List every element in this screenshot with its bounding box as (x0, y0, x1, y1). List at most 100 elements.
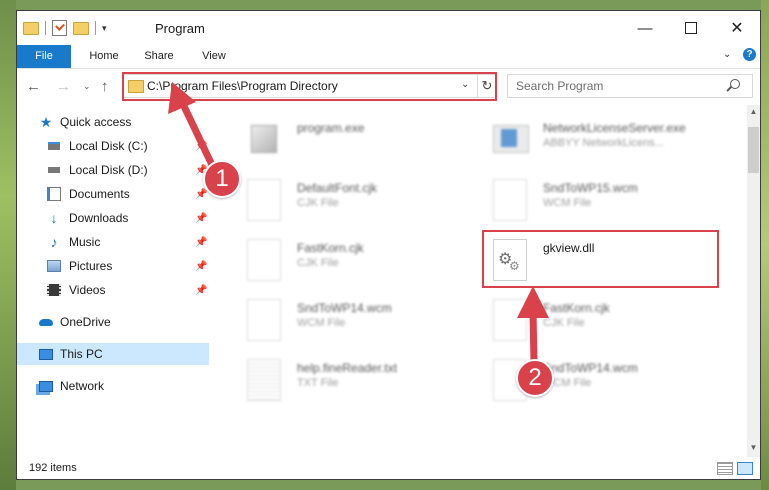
search-input[interactable]: Search Program (507, 74, 753, 98)
sidebar-item-label: Downloads (69, 211, 129, 225)
scroll-down-icon[interactable]: ▼ (747, 443, 760, 452)
window-title: Program (155, 21, 205, 36)
vertical-scrollbar[interactable]: ▲ ▼ (747, 105, 760, 457)
sidebar-item-label: OneDrive (60, 315, 111, 329)
sidebar-item-pictures[interactable]: Pictures 📌 (17, 255, 209, 277)
file-name: DefaultFont.cjk (297, 181, 378, 195)
tab-file[interactable]: File (17, 45, 71, 68)
videos-icon (47, 283, 61, 297)
file-name: FastKorn.cjk (543, 301, 610, 315)
file-type: CJK File (543, 317, 585, 329)
search-icon[interactable] (730, 79, 740, 89)
sidebar-item-local-disk-d[interactable]: Local Disk (D:) 📌 (17, 159, 209, 181)
file-highlight (482, 230, 719, 288)
desktop-background-right (761, 0, 769, 490)
file-name: help.fineReader.txt (297, 361, 398, 375)
file-item[interactable]: program.exe (239, 115, 471, 167)
file-item[interactable]: SndToWP14.wcm WCM File (239, 295, 471, 347)
sidebar-item-label: Local Disk (C:) (69, 139, 148, 153)
quick-access-toolbar: ▾ (23, 19, 107, 37)
file-type: CJK File (297, 197, 339, 209)
scrollbar-thumb[interactable] (748, 127, 759, 173)
file-item[interactable]: help.fineReader.txt TXT File (239, 355, 471, 407)
file-name: SndToWP15.wcm (543, 181, 638, 195)
expand-ribbon-icon[interactable]: ⌄ (723, 49, 731, 60)
title-bar: ▾ Program — ✕ (17, 11, 760, 45)
status-bar: 192 items (17, 457, 760, 479)
toolbar-divider (95, 21, 96, 35)
pin-icon: 📌 (195, 260, 208, 272)
file-name: SndToWP14.wcm (543, 361, 638, 375)
file-type: WCM File (297, 317, 346, 329)
navigation-pane: ★ Quick access Local Disk (C:) 📌 Local D… (17, 105, 217, 457)
text-file-icon (247, 359, 281, 401)
sidebar-item-documents[interactable]: Documents 📌 (17, 183, 209, 205)
sidebar-item-downloads[interactable]: ↓ Downloads 📌 (17, 207, 209, 229)
file-item[interactable]: NetworkLicenseServer.exe ABBYY NetworkLi… (485, 115, 717, 167)
pin-icon: 📌 (195, 236, 208, 248)
sidebar-item-onedrive[interactable]: OneDrive (17, 311, 209, 333)
file-type: CJK File (297, 257, 339, 269)
sidebar-item-music[interactable]: ♪ Music 📌 (17, 231, 209, 253)
sidebar-item-local-disk-c[interactable]: Local Disk (C:) 📌 (17, 135, 209, 157)
sidebar-item-this-pc[interactable]: This PC (17, 343, 209, 365)
back-arrow-icon[interactable]: ← (26, 78, 41, 95)
help-icon[interactable]: ? (743, 48, 756, 61)
new-folder-icon[interactable] (73, 21, 89, 35)
sidebar-item-network[interactable]: Network (17, 375, 209, 397)
step-2-badge: 2 (516, 359, 554, 397)
sidebar-item-quick-access[interactable]: ★ Quick access (17, 111, 209, 133)
pictures-icon (47, 259, 61, 273)
maximize-icon (685, 22, 697, 34)
desktop-background-left (0, 0, 16, 490)
tab-view[interactable]: View (189, 45, 239, 68)
item-count: 192 items (29, 462, 77, 474)
file-item[interactable]: DefaultFont.cjk CJK File (239, 175, 471, 227)
file-name: SndToWP14.wcm (297, 301, 392, 315)
scroll-up-icon[interactable]: ▲ (747, 107, 760, 116)
file-name: NetworkLicenseServer.exe (543, 121, 686, 135)
tab-share[interactable]: Share (135, 45, 183, 68)
star-icon: ★ (39, 113, 53, 130)
recent-locations-chevron-icon[interactable]: ⌄ (83, 81, 91, 92)
minimize-button[interactable]: — (622, 11, 668, 45)
forward-arrow-icon[interactable]: → (56, 78, 71, 95)
ribbon-tabs: File Home Share View ⌄ ? (17, 45, 760, 69)
cloud-icon (39, 315, 53, 329)
download-icon: ↓ (50, 210, 58, 226)
file-type: WCM File (543, 197, 592, 209)
documents-icon (47, 187, 61, 201)
large-icons-view-icon[interactable] (737, 462, 753, 475)
file-name: program.exe (297, 121, 365, 135)
exe-file-icon (247, 119, 281, 161)
drive-icon (47, 163, 61, 177)
folder-icon (23, 21, 39, 35)
close-button[interactable]: ✕ (714, 11, 760, 45)
sidebar-item-videos[interactable]: Videos 📌 (17, 279, 209, 301)
file-item[interactable]: SndToWP15.wcm WCM File (485, 175, 717, 227)
sidebar-item-label: Quick access (60, 115, 132, 129)
file-icon (247, 239, 281, 281)
details-view-icon[interactable] (717, 462, 733, 475)
toolbar-divider (45, 21, 46, 35)
file-item[interactable]: FastKorn.cjk CJK File (239, 235, 471, 287)
file-type: ABBYY NetworkLicens... (543, 137, 664, 149)
file-type: TXT File (297, 377, 339, 389)
file-icon (493, 179, 527, 221)
step-1-badge: 1 (203, 160, 241, 198)
maximize-button[interactable] (668, 11, 714, 45)
tab-home[interactable]: Home (79, 45, 129, 68)
exe-file-icon (493, 119, 529, 161)
sidebar-item-label: Documents (69, 187, 130, 201)
network-icon (39, 379, 53, 393)
up-arrow-icon[interactable]: ↑ (101, 78, 109, 95)
file-name: FastKorn.cjk (297, 241, 364, 255)
customize-toolbar-arrow-icon[interactable]: ▾ (102, 23, 107, 34)
properties-icon[interactable] (52, 20, 67, 36)
file-icon (247, 179, 281, 221)
file-item[interactable]: FastKorn.cjk CJK File (485, 295, 717, 347)
pin-icon: 📌 (195, 284, 208, 296)
computer-icon (39, 347, 53, 361)
sidebar-item-label: This PC (60, 347, 103, 361)
address-bar-highlight (122, 72, 497, 101)
